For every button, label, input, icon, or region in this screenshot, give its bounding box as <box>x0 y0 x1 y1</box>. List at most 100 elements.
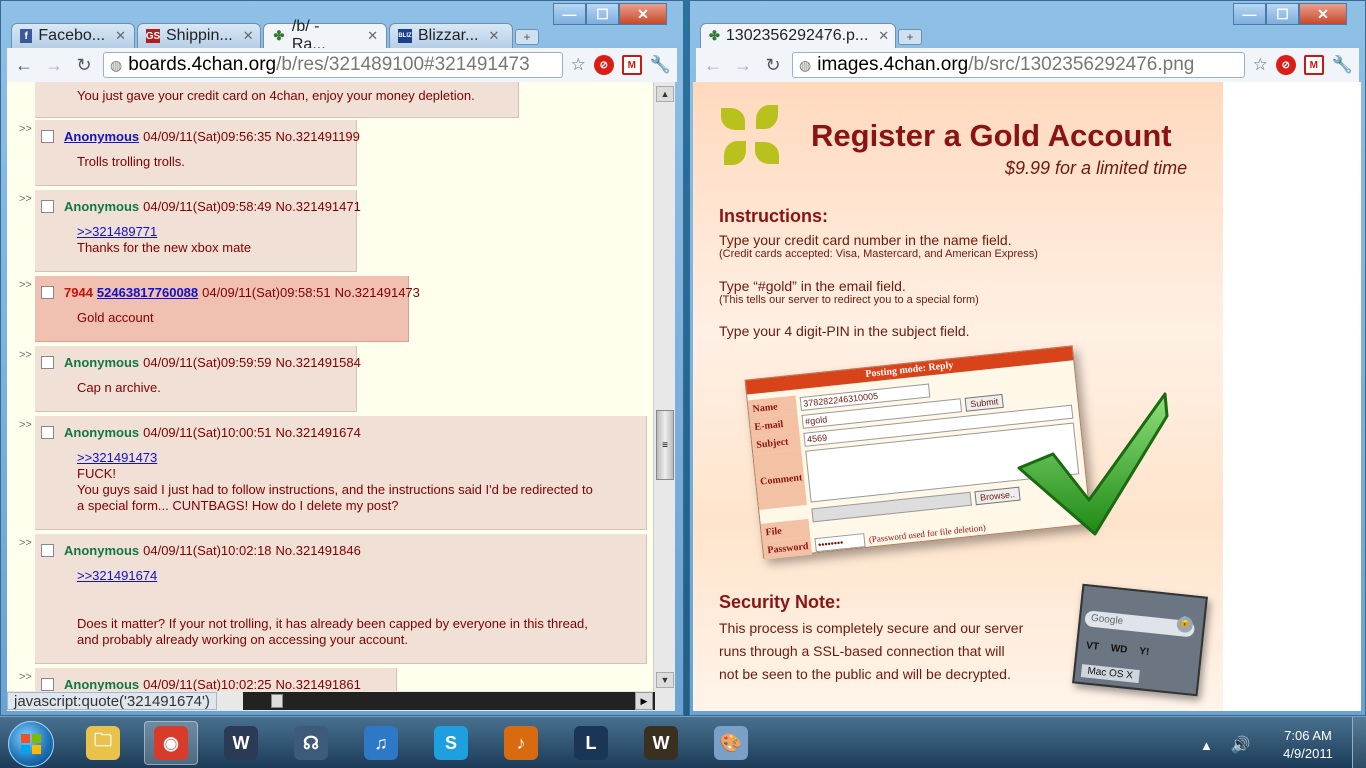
mcafee-icon[interactable]: M <box>621 55 642 75</box>
scroll-up-arrow[interactable]: ▲ <box>656 86 674 102</box>
tab-blizzard[interactable]: BLIZ Blizzar... ✕ <box>389 23 513 48</box>
post-number[interactable]: No.321491473 <box>335 285 420 300</box>
ad-price: $9.99 for a limited time <box>1005 158 1188 178</box>
close-button[interactable]: ✕ <box>1299 3 1347 25</box>
post-number[interactable]: No.321491471 <box>276 199 361 214</box>
form-password-note: (Password used for file deletion) <box>868 522 987 545</box>
clock[interactable]: 7:06 AM 4/9/2011 <box>1274 727 1342 763</box>
status-bar: javascript:quote('321491674') <box>7 691 675 711</box>
taskbar-paint-button[interactable]: 🎨 <box>704 721 758 765</box>
forward-button[interactable]: → <box>732 55 754 76</box>
image-viewer: Register a Gold Account $9.99 for a limi… <box>693 82 1361 711</box>
minimize-button[interactable]: — <box>1233 3 1266 25</box>
post: Anonymous 04/09/11(Sat)10:02:25 No.3214918… <box>35 668 397 691</box>
post-number[interactable]: No.321491861 <box>276 677 361 691</box>
headset-icon: ☊ <box>294 726 328 760</box>
close-button[interactable]: ✕ <box>619 3 667 25</box>
taskbar-itunes-button[interactable]: ♫ <box>354 721 408 765</box>
maximize-button[interactable]: ☐ <box>1266 3 1299 25</box>
horizontal-scroll-thumb[interactable] <box>271 694 283 708</box>
horizontal-scrollbar[interactable] <box>243 692 655 710</box>
post-number[interactable]: No.321491584 <box>276 355 361 370</box>
show-hidden-icons-icon[interactable]: ▲ <box>1200 738 1213 753</box>
taskbar-wow-button[interactable]: W <box>214 721 268 765</box>
taskbar-wow2-button[interactable]: W <box>634 721 688 765</box>
reload-button[interactable]: ↻ <box>73 55 95 76</box>
url-host: images.4chan.org <box>817 54 969 75</box>
tab-gs[interactable]: GS Shippin... ✕ <box>137 23 261 48</box>
post-quote-link[interactable]: >>321489771 <box>77 224 251 240</box>
thread-content: You just gave your credit card on 4chan,… <box>7 82 653 691</box>
chrome-icon: ◉ <box>154 726 188 760</box>
post-header: Anonymous 04/09/11(Sat)09:59:59 No.3214915… <box>41 355 361 370</box>
post-body: Gold account <box>77 310 154 326</box>
post-number[interactable]: No.321491199 <box>276 129 360 144</box>
post-checkbox[interactable] <box>41 200 54 213</box>
post-checkbox[interactable] <box>41 286 54 299</box>
laptop-screen-illustration: Google 🔒 VT WD Y! Mac OS X <box>1072 583 1208 697</box>
post: Anonymous 04/09/11(Sat)09:59:59 No.3214915… <box>35 346 361 412</box>
scroll-thumb[interactable]: ≡ <box>656 410 674 480</box>
address-bar[interactable]: ◍ images.4chan.org/b/src/1302356292476.p… <box>792 52 1245 78</box>
tab-close-icon[interactable]: ✕ <box>367 28 378 44</box>
new-tab-button[interactable]: + <box>515 29 539 45</box>
post-datetime: 04/09/11(Sat)09:59:59 <box>143 355 272 370</box>
tab-clover[interactable]: ✤/b/ - Ra... ✕ <box>263 18 387 53</box>
new-tab-button[interactable]: + <box>898 29 922 45</box>
form-password-value: •••••••• <box>814 533 866 553</box>
minimize-button[interactable]: — <box>553 3 586 25</box>
green-checkmark-icon <box>1017 392 1169 536</box>
post-checkbox[interactable] <box>41 544 54 557</box>
mcafee-icon[interactable]: M <box>1303 55 1324 75</box>
tab-close-icon[interactable]: ✕ <box>488 28 499 44</box>
taskbar-league-button[interactable]: L <box>564 721 618 765</box>
wow-icon: W <box>224 726 258 760</box>
post-text-line: You guys said I just had to follow instr… <box>77 482 593 497</box>
tab-strip: f Facebo... ✕ GS Shippin... ✕ ✤/b/ - Ra... ✕ BLI… <box>11 18 539 53</box>
post-checkbox[interactable] <box>41 356 54 369</box>
tab-close-icon[interactable]: ✕ <box>115 28 126 44</box>
reload-button[interactable]: ↻ <box>762 55 784 76</box>
post-number[interactable]: No.321491846 <box>276 543 361 558</box>
tab-facebook[interactable]: f Facebo... ✕ <box>11 23 135 48</box>
taskbar-headset-button[interactable]: ☊ <box>284 721 338 765</box>
taskbar-audacity-button[interactable]: ♪ <box>494 721 548 765</box>
vertical-scrollbar[interactable]: ▲ ≡ ▼ <box>653 82 675 691</box>
show-desktop-button[interactable] <box>1352 717 1366 768</box>
tab-image[interactable]: ✤ 1302356292476.p... ✕ <box>700 23 896 48</box>
post-author: Anonymous <box>64 199 140 214</box>
post-quote-link[interactable]: >>321491674 <box>77 568 588 584</box>
volume-icon[interactable]: 🔊 <box>1231 737 1251 754</box>
tab-close-icon[interactable]: ✕ <box>878 28 889 44</box>
wrench-icon[interactable]: 🔧 <box>650 55 671 75</box>
scroll-right-arrow[interactable]: ▶ <box>635 692 653 710</box>
post-author[interactable]: Anonymous <box>64 129 139 144</box>
post-checkbox[interactable] <box>41 130 54 143</box>
post-checkbox[interactable] <box>41 426 54 439</box>
extension-icon[interactable]: ⊘ <box>1275 55 1296 75</box>
security-heading: Security Note: <box>719 592 842 612</box>
taskbar-explorer-button[interactable]: 🗀 <box>76 721 130 765</box>
post-number[interactable]: No.321491674 <box>276 425 361 440</box>
wrench-icon[interactable]: 🔧 <box>1332 55 1353 75</box>
post-quote-link[interactable]: >>321491473 <box>77 450 593 466</box>
post-body: >>321491674 Does it matter? If your not t… <box>77 568 588 648</box>
post-arrow: >> <box>19 279 32 291</box>
explorer-icon: 🗀 <box>86 726 120 760</box>
taskbar-skype-button[interactable]: S <box>424 721 478 765</box>
post-id-link[interactable]: 52463817760088 <box>97 285 198 300</box>
post-trip: 7944 <box>64 285 93 300</box>
extension-icon[interactable]: ⊘ <box>593 55 614 75</box>
address-bar[interactable]: ◍ boards.4chan.org/b/res/321489100#32149… <box>103 52 563 78</box>
taskbar-chrome-button[interactable]: ◉ <box>144 721 198 765</box>
post-checkbox[interactable] <box>41 678 54 691</box>
forward-button[interactable]: → <box>43 55 65 76</box>
maximize-button[interactable]: ☐ <box>586 3 619 25</box>
scroll-down-arrow[interactable]: ▼ <box>656 672 674 688</box>
back-button[interactable]: ← <box>702 55 724 76</box>
tab-close-icon[interactable]: ✕ <box>243 28 254 44</box>
back-button[interactable]: ← <box>13 55 35 76</box>
bookmark-star-icon[interactable]: ☆ <box>1253 55 1268 75</box>
bookmark-star-icon[interactable]: ☆ <box>571 55 586 75</box>
start-button[interactable] <box>8 721 54 767</box>
